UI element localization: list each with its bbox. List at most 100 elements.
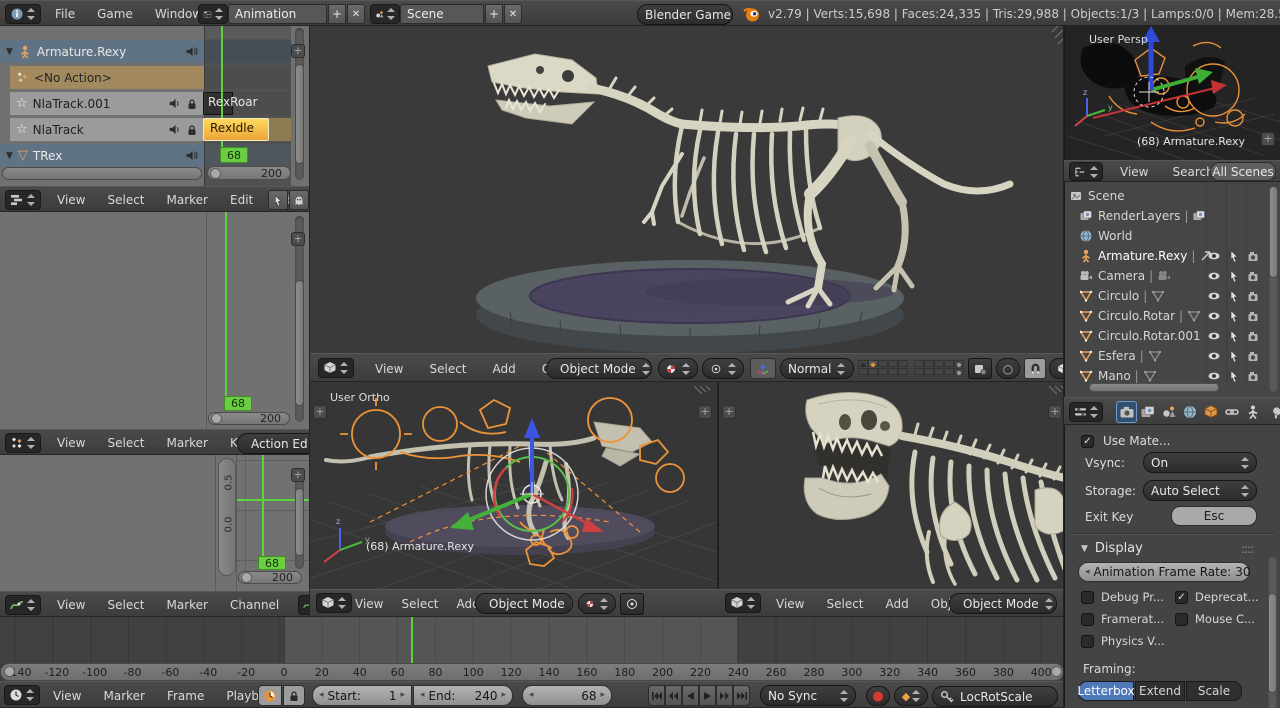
checkbox-physics-v-[interactable]: Physics V... (1081, 634, 1165, 648)
mute-speaker-icon[interactable] (168, 97, 181, 110)
menu-view[interactable]: View (765, 597, 815, 611)
jump-to-end-button[interactable] (733, 685, 750, 706)
graph-playhead[interactable] (262, 455, 264, 556)
menu-view[interactable]: View (346, 597, 392, 611)
outliner-item-circulo-rotar-001[interactable]: Circulo.Rotar.001 (1065, 326, 1280, 346)
checkbox-debug-pr-[interactable]: Debug Pr... (1081, 590, 1164, 604)
pivot-button-ortho[interactable] (620, 593, 644, 615)
pivot-select[interactable] (702, 358, 744, 379)
dopesheet-editor[interactable]: 68 200 + (0, 212, 310, 429)
timeline-editor-type-selector[interactable] (4, 685, 40, 705)
menu-view[interactable]: View (46, 436, 96, 450)
autokey-toggle[interactable]: ◆ (894, 686, 928, 706)
dope-editor-type-selector[interactable] (5, 433, 41, 453)
display-section-header[interactable]: ▼ Display (1081, 541, 1143, 556)
start-frame-field[interactable]: ◂ Start: 1 ▸ (312, 685, 412, 706)
sync-mode-select[interactable]: No Sync (760, 685, 856, 706)
nla-region-plus-button[interactable]: + (291, 44, 305, 58)
checkbox-checked[interactable]: ✓ (1081, 435, 1094, 448)
scene-name-field[interactable]: Scene (400, 4, 484, 24)
lock-icon[interactable] (186, 124, 198, 136)
region-plus-button[interactable]: + (698, 405, 712, 419)
menu-marker[interactable]: Marker (156, 436, 219, 450)
dope-hscrollbar[interactable]: 200 (208, 412, 290, 425)
outliner-item-camera[interactable]: Camera| (1065, 266, 1280, 286)
menu-marker[interactable]: Marker (92, 689, 155, 703)
outliner-item-circulo-rotar[interactable]: Circulo.Rotar| (1065, 306, 1280, 326)
ruler-knob-right[interactable] (1051, 666, 1062, 677)
menu-view[interactable]: View (46, 193, 96, 207)
increment-icon[interactable]: ▸ (600, 691, 605, 700)
viewport-ortho[interactable]: zy User Ortho (68) Armature.Rexy + + (310, 382, 717, 589)
visibility-eye-icon[interactable] (1207, 289, 1221, 303)
play-button[interactable] (699, 685, 716, 706)
nla-track[interactable]: ☆ NlaTrack (10, 118, 204, 141)
menu-view[interactable]: View (42, 689, 92, 703)
nla-editor[interactable]: ▼ Armature.Rexy <No Action> ☆ NlaTrack.0… (0, 26, 310, 186)
menu-view[interactable]: View (362, 362, 416, 376)
region-plus-button[interactable]: + (313, 405, 327, 419)
info-editor-selector[interactable] (5, 4, 41, 24)
menu-select[interactable]: Select (96, 193, 155, 207)
outliner-item-world[interactable]: World (1065, 226, 1280, 246)
renderability-camera-icon[interactable] (1247, 289, 1261, 303)
selectability-cursor-icon[interactable] (1227, 269, 1241, 283)
graph-value-scrollbar[interactable]: 0.5 0.0 (218, 458, 236, 576)
end-frame-field[interactable]: ◂ End: 240 ▸ (413, 685, 513, 706)
outliner-item-armature-rexy[interactable]: Armature.Rexy| (1065, 246, 1280, 266)
timeline-playhead[interactable] (411, 617, 413, 663)
nla-action-row[interactable]: <No Action> (10, 66, 204, 89)
nla-vscroll-thumb[interactable] (295, 64, 304, 164)
mode-select-skull[interactable]: Object Mode (949, 593, 1057, 614)
menu-game[interactable]: Game (86, 7, 144, 21)
nla-hscrollbar[interactable]: 200 (207, 166, 291, 180)
graph-region-plus-button[interactable]: + (291, 468, 305, 482)
menu-add[interactable]: Add (875, 597, 920, 611)
timeline-ruler[interactable]: -140-120-100-80-60-40-200204060801001201… (0, 663, 1064, 681)
proportional-edit-toggle[interactable]: ○ (996, 358, 1020, 379)
add-scene-button[interactable]: + (485, 4, 503, 24)
record-button[interactable]: ● (866, 686, 890, 706)
jump-to-start-button[interactable] (648, 685, 665, 706)
outliner-item-renderlayers[interactable]: RenderLayers| (1065, 206, 1280, 226)
decrement-icon[interactable]: ◂ (319, 691, 324, 700)
properties-tab-scene[interactable] (1158, 401, 1179, 423)
skull-editor-type-selector[interactable] (725, 593, 761, 613)
visibility-eye-icon[interactable] (1207, 369, 1221, 383)
layout-name-field[interactable]: Animation (228, 4, 327, 24)
timeline-band[interactable] (0, 617, 1064, 663)
ruler-knob-left[interactable] (4, 666, 15, 677)
cursor-tool-button[interactable] (268, 190, 288, 210)
add-layout-button[interactable]: + (328, 4, 346, 24)
mode-select-ortho[interactable]: Object Mode (475, 593, 573, 614)
visibility-eye-icon[interactable] (1207, 349, 1221, 363)
dope-region-plus-button[interactable]: + (291, 232, 305, 246)
viewport-persp[interactable]: zy User Persp (68) Armature.Rexy + (1064, 26, 1280, 160)
properties-tab-constraints[interactable] (1221, 401, 1242, 423)
properties-tab-world[interactable] (1179, 401, 1200, 423)
properties-editor-type-selector[interactable] (1069, 402, 1103, 422)
scene-selector[interactable] (370, 4, 400, 24)
lock-icon[interactable] (186, 98, 198, 110)
nla-editor-type-selector[interactable] (5, 190, 41, 210)
dope-mode-select[interactable]: Action Ed (237, 433, 310, 454)
manipulator-toggle[interactable] (750, 358, 776, 379)
use-material-row[interactable]: ✓ Use Mate... (1081, 434, 1170, 448)
properties-tab-render[interactable] (1116, 401, 1137, 423)
storage-select[interactable]: Auto Select (1143, 480, 1257, 501)
visibility-eye-icon[interactable] (1207, 249, 1221, 263)
outliner-hscrollbar[interactable] (1089, 383, 1219, 392)
renderability-camera-icon[interactable] (1247, 329, 1261, 343)
menu-select[interactable]: Select (392, 597, 447, 611)
current-frame-field[interactable]: ◂ 68 ▸ (522, 685, 612, 706)
menu-select[interactable]: Select (815, 597, 874, 611)
expand-icon[interactable]: ▼ (6, 151, 13, 161)
outliner-panel[interactable]: SceneRenderLayers|WorldArmature.Rexy|Cam… (1064, 182, 1280, 397)
selectability-cursor-icon[interactable] (1227, 329, 1241, 343)
outliner-editor-type-selector[interactable] (1069, 162, 1103, 181)
mute-speaker-icon[interactable] (168, 123, 181, 136)
menu-marker[interactable]: Marker (156, 193, 219, 207)
menu-view[interactable]: View (1108, 165, 1160, 179)
menu-select[interactable]: Select (416, 362, 479, 376)
orientation-select[interactable]: Normal (780, 358, 854, 379)
